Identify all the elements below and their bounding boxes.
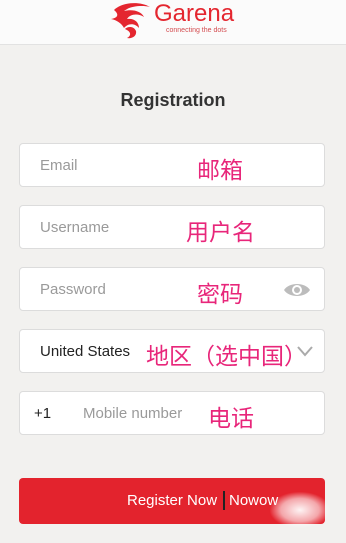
email-annotation: 邮箱 [197,158,243,184]
username-field[interactable]: Username 用户名 [19,205,325,249]
eye-icon[interactable] [283,280,311,300]
phone-prefix[interactable]: +1 [34,405,51,422]
smudge-overlay [270,492,330,528]
username-annotation: 用户名 [186,220,255,246]
app-header: Garena connecting the dots [0,0,346,45]
phone-field[interactable]: +1 Mobile number 电话 [19,391,325,435]
text-cursor [223,491,225,510]
phone-placeholder: Mobile number [83,405,183,422]
garena-logo: Garena connecting the dots [108,0,243,40]
password-placeholder: Password [40,281,106,298]
email-placeholder: Email [40,157,78,174]
email-field[interactable]: Email 邮箱 [19,143,325,187]
brand-name: Garena [154,0,235,27]
username-placeholder: Username [40,219,110,236]
password-annotation: 密码 [197,282,243,308]
garena-logo-icon [111,3,150,39]
chevron-down-icon[interactable] [296,344,314,358]
country-value: United States [40,343,131,360]
country-select[interactable]: United States 地区（选中国） [19,329,325,373]
page-title: Registration [120,90,226,110]
phone-annotation: 电话 [208,406,254,432]
password-field[interactable]: Password 密码 [19,267,325,311]
brand-tagline: connecting the dots [166,27,227,34]
register-button-label: Register Now [127,492,218,509]
country-annotation: 地区（选中国） [146,344,307,370]
